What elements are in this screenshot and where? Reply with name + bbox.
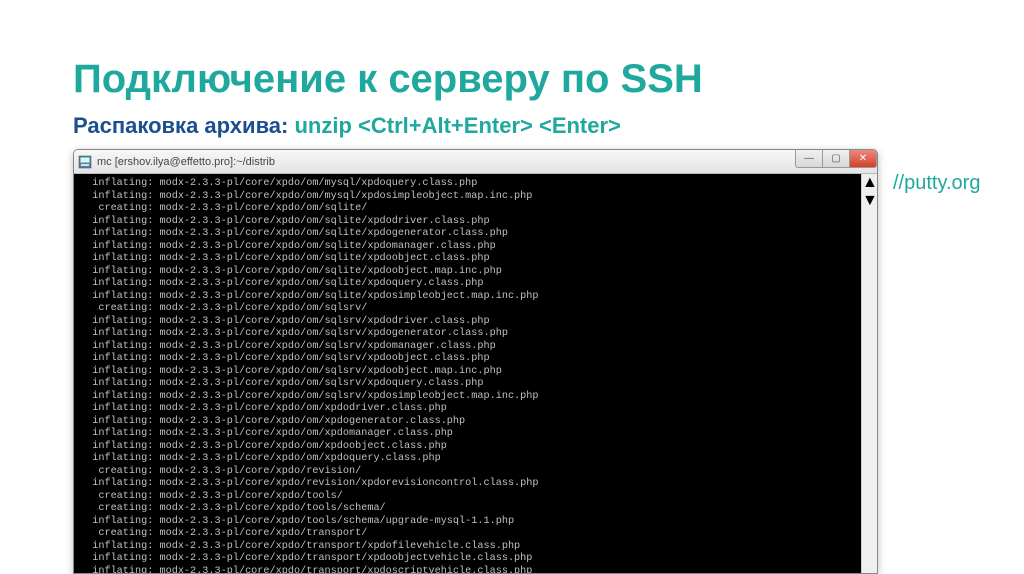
subtitle-prefix: Распаковка архива: — [73, 113, 294, 138]
terminal-window: mc [ershov.ilya@effetto.pro]:~/distrib —… — [73, 149, 878, 574]
subtitle-command: unzip <Ctrl+Alt+Enter> <Enter> — [294, 113, 620, 138]
scroll-down-button[interactable]: ▼ — [862, 192, 877, 210]
scrollbar[interactable]: ▲ ▼ — [861, 174, 877, 573]
page-title: Подключение к серверу по SSH — [73, 57, 703, 102]
window-controls: — ▢ ✕ — [796, 150, 877, 168]
subtitle: Распаковка архива: unzip <Ctrl+Alt+Enter… — [73, 113, 621, 139]
window-title: mc [ershov.ilya@effetto.pro]:~/distrib — [97, 156, 275, 168]
window-titlebar[interactable]: mc [ershov.ilya@effetto.pro]:~/distrib —… — [74, 150, 877, 174]
scroll-up-button[interactable]: ▲ — [862, 174, 877, 192]
maximize-button[interactable]: ▢ — [822, 150, 850, 168]
close-button[interactable]: ✕ — [849, 150, 877, 168]
minimize-button[interactable]: — — [795, 150, 823, 168]
terminal-output[interactable]: inflating: modx-2.3.3-pl/core/xpdo/om/my… — [74, 174, 877, 573]
putty-icon — [78, 155, 92, 169]
putty-link[interactable]: //putty.org — [893, 172, 980, 195]
